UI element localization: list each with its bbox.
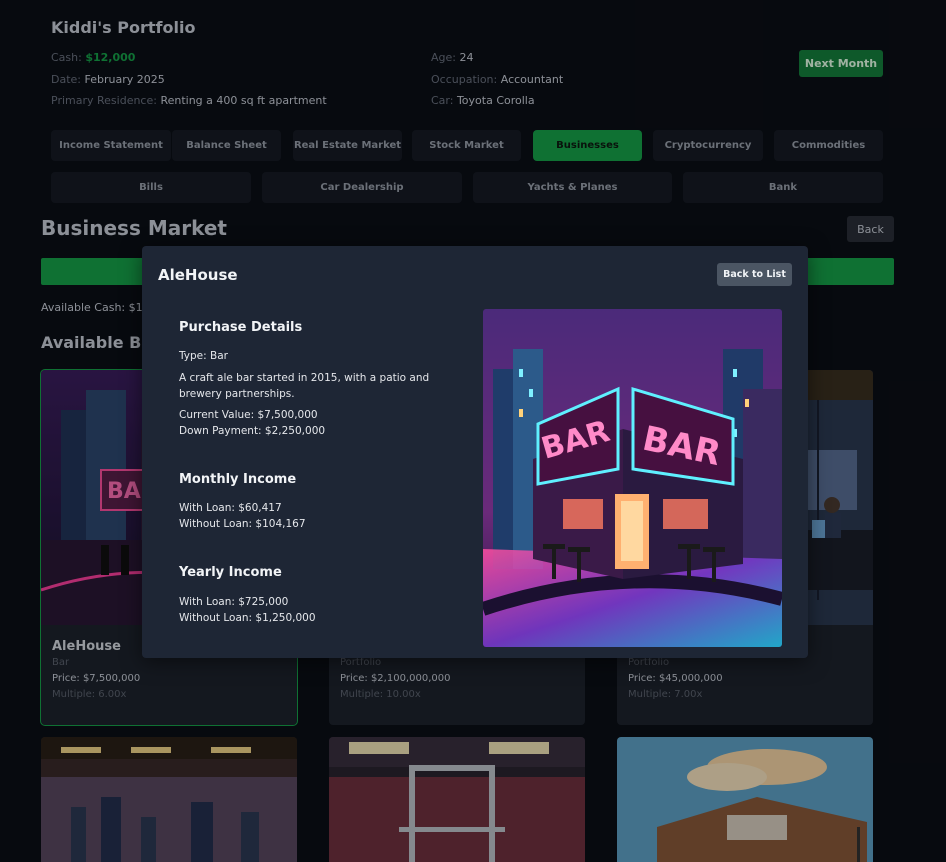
modal-title: AleHouse: [158, 266, 238, 284]
yearly-with-loan: With Loan: $725,000: [179, 596, 289, 608]
monthly-without-loan: Without Loan: $104,167: [179, 518, 306, 530]
monthly-income-heading: Monthly Income: [179, 472, 297, 487]
back-to-list-button[interactable]: Back to List: [717, 263, 792, 286]
yearly-without-loan: Without Loan: $1,250,000: [179, 612, 316, 624]
current-value: Current Value: $7,500,000: [179, 409, 318, 421]
business-detail-modal: AleHouse Back to List Purchase Details T…: [142, 246, 808, 658]
monthly-with-loan: With Loan: $60,417: [179, 502, 282, 514]
purchase-details-heading: Purchase Details: [179, 320, 303, 335]
yearly-income-heading: Yearly Income: [179, 565, 282, 580]
alehouse-bar-image: BAR BAR: [483, 309, 782, 647]
down-payment: Down Payment: $2,250,000: [179, 425, 326, 437]
business-type: Type: Bar: [179, 350, 228, 362]
business-description: A craft ale bar started in 2015, with a …: [179, 372, 430, 400]
